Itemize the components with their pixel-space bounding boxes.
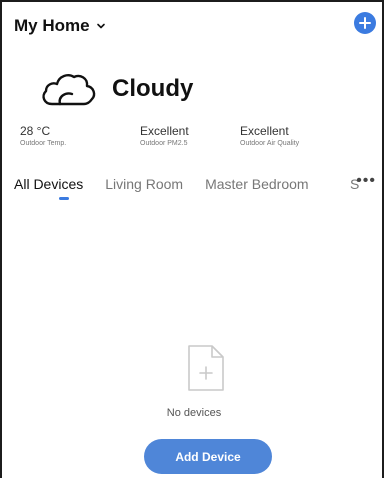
- home-title: My Home: [14, 16, 90, 35]
- tab-living-room[interactable]: Living Room: [105, 176, 183, 192]
- add-button[interactable]: [354, 12, 376, 34]
- stat-value: Excellent: [240, 124, 289, 138]
- add-file-icon: [188, 345, 224, 391]
- home-selector[interactable]: My Home: [14, 16, 106, 36]
- tab-all-devices[interactable]: All Devices: [14, 176, 83, 192]
- cloud-icon: [42, 74, 96, 106]
- more-dots-icon[interactable]: •••: [356, 172, 376, 190]
- weather-stats: 28 °C Outdoor Temp. Excellent Outdoor PM…: [20, 124, 360, 147]
- chevron-down-icon: [96, 23, 105, 29]
- stat-label: Outdoor Air Quality: [240, 140, 300, 147]
- stat-value: Excellent: [140, 124, 189, 138]
- plus-icon: [359, 17, 371, 29]
- stat-label: Outdoor PM2.5: [140, 140, 188, 147]
- empty-state-text: No devices: [166, 407, 222, 419]
- active-tab-indicator: [59, 197, 69, 200]
- tab-master-bedroom[interactable]: Master Bedroom: [205, 176, 308, 192]
- stat-label: Outdoor Temp.: [20, 140, 67, 147]
- add-device-button[interactable]: Add Device: [144, 439, 272, 474]
- app-frame: My Home Cloudy 28 °C Outdoor Temp. Excel…: [0, 0, 384, 478]
- weather-condition: Cloudy: [112, 75, 194, 102]
- stat-temperature: 28 °C Outdoor Temp.: [20, 124, 140, 147]
- stat-pm25: Excellent Outdoor PM2.5: [140, 124, 240, 147]
- stat-air-quality: Excellent Outdoor Air Quality: [240, 124, 299, 147]
- stat-value: 28 °C: [20, 124, 51, 138]
- room-tabs: All Devices Living Room Master Bedroom: [14, 176, 331, 192]
- weather-summary: Cloudy: [38, 68, 193, 110]
